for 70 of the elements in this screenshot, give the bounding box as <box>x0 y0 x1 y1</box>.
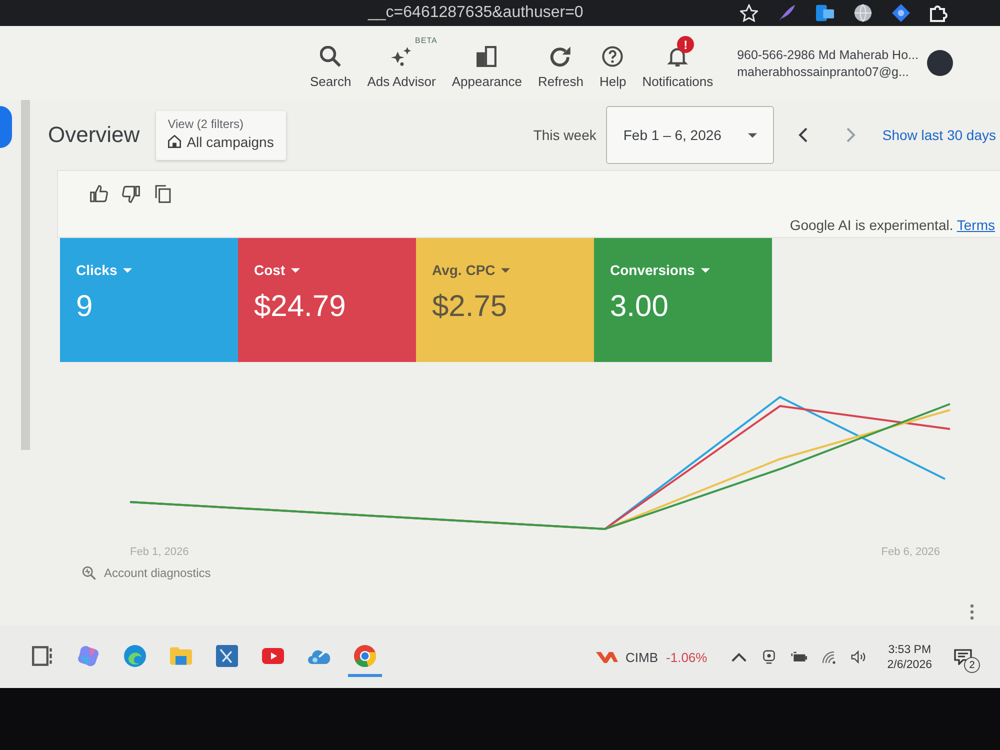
speaker-icon[interactable] <box>851 650 868 664</box>
diagnostics-search-icon <box>82 566 96 580</box>
task-view-icon <box>32 644 54 666</box>
thumbs-down-icon[interactable] <box>122 185 140 203</box>
toolbar-button[interactable]: Help <box>596 33 630 93</box>
beta-label: BETA <box>415 36 438 45</box>
clock-date[interactable]: 2/6/2026 <box>887 658 932 670</box>
cross-tile-icon <box>216 644 238 666</box>
show-hidden-icons-icon[interactable] <box>731 650 748 664</box>
date-range-dropdown[interactable]: Feb 1 – 6, 2026 <box>606 106 774 164</box>
folder-icon <box>170 644 192 666</box>
chevron-left-icon[interactable] <box>798 127 808 143</box>
metric-value: $2.75 <box>432 290 508 324</box>
battery-icon[interactable] <box>791 650 808 664</box>
wave-browser-icon <box>124 644 146 666</box>
toolbar-button[interactable]: Refresh <box>534 33 588 93</box>
metric-value: $24.79 <box>254 290 346 324</box>
bell-icon <box>667 46 688 66</box>
refresh-icon <box>550 46 572 66</box>
help-icon <box>602 46 624 66</box>
ring-browser-icon <box>354 644 376 666</box>
metric-selector[interactable]: Avg. CPC <box>432 262 510 278</box>
wifi-icon[interactable] <box>821 650 838 664</box>
panels-icon <box>476 46 498 66</box>
feather-icon[interactable] <box>778 4 796 22</box>
caret-icon <box>123 268 132 272</box>
navigation-button[interactable] <box>0 106 12 148</box>
metric-value: 3.00 <box>610 290 668 324</box>
webcam-icon[interactable] <box>761 650 778 664</box>
more-options-icon[interactable] <box>970 604 974 620</box>
notification-count: 2 <box>964 657 980 673</box>
mail-tile-icon[interactable] <box>816 4 834 22</box>
show-last-30-days-link[interactable]: Show last 30 days <box>882 127 996 143</box>
diamond-extension-icon[interactable] <box>892 4 910 22</box>
stock-ticker: CIMB <box>626 650 658 664</box>
sparkle-icon <box>391 46 412 66</box>
toolbar-button[interactable]: ! Notifications <box>638 33 718 93</box>
metric-selector[interactable]: Conversions <box>610 262 710 278</box>
zigzag-logo-icon <box>596 651 618 663</box>
x-axis-label: Feb 6, 2026 <box>881 546 940 558</box>
alert-badge: ! <box>677 36 694 53</box>
caret-icon <box>501 268 510 272</box>
thumbs-up-icon[interactable] <box>90 185 108 203</box>
terms-link[interactable]: Terms <box>956 217 995 233</box>
account-diagnostics-button[interactable]: Account diagnostics <box>82 566 211 580</box>
metric-value: 9 <box>76 290 93 324</box>
globe-icon[interactable] <box>854 4 872 22</box>
ai-disclaimer: Google AI is experimental. Terms <box>790 217 995 233</box>
search-icon <box>320 46 342 66</box>
address-text[interactable]: __c=6461287635&authuser=0 <box>368 4 584 22</box>
puzzle-icon[interactable] <box>930 4 948 22</box>
x-axis-label: Feb 1, 2026 <box>130 546 189 558</box>
home-icon <box>168 135 181 148</box>
campaign-filter-button[interactable]: View (2 filters) All campaigns <box>156 110 286 160</box>
date-range-label: This week <box>533 127 596 143</box>
bookmark-star-icon[interactable] <box>740 4 758 22</box>
caret-icon <box>748 132 758 138</box>
avatar-icon[interactable] <box>927 50 954 76</box>
toolbar-button[interactable]: Appearance <box>448 33 526 93</box>
copy-icon[interactable] <box>154 185 172 203</box>
clock-time[interactable]: 3:53 PM <box>888 644 932 656</box>
caret-icon <box>291 268 300 272</box>
blob-app-icon <box>78 644 100 666</box>
stock-change: -1.06% <box>666 650 708 664</box>
toolbar-button[interactable]: BETA Ads Advisor <box>363 33 440 93</box>
metric-selector[interactable]: Cost <box>254 262 300 278</box>
page-title: Overview <box>48 122 140 148</box>
account-button[interactable]: 960-566-2986 Md Maherab Ho... maherabhossainpranto07@g... <box>737 48 918 78</box>
caret-icon <box>700 268 710 272</box>
toolbar-button[interactable]: Search <box>306 33 356 93</box>
